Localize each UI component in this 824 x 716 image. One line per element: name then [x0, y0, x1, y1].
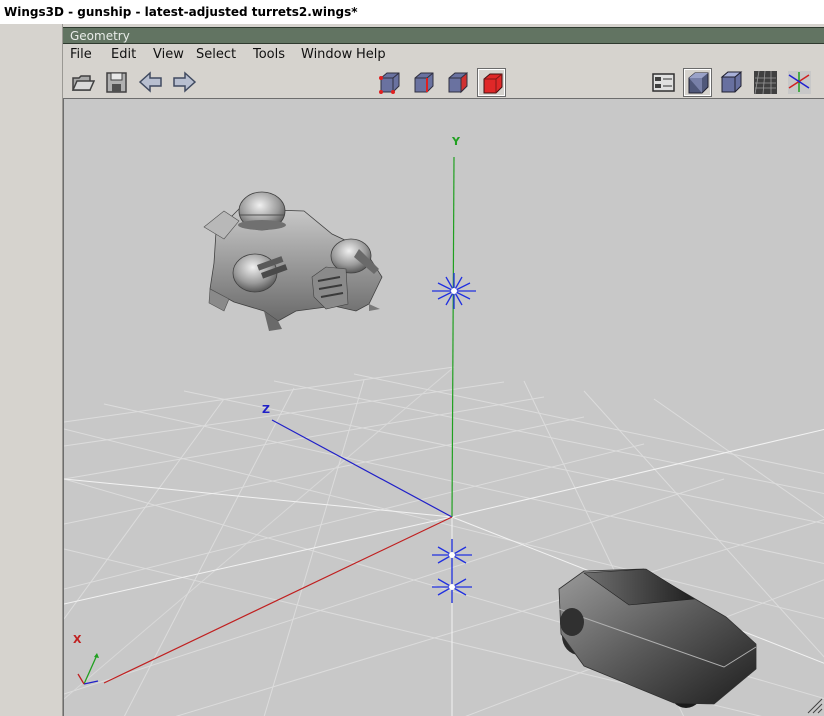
menu-edit[interactable]: Edit	[111, 47, 136, 62]
geometry-window: Geometry File Edit View Select Tools Win…	[62, 24, 824, 716]
wireframe-shading-button[interactable]	[718, 69, 745, 96]
axes-icon	[788, 71, 811, 94]
menu-window[interactable]: Window	[301, 47, 352, 62]
outliner-icon	[652, 73, 675, 92]
face-mode-button[interactable]	[444, 69, 471, 96]
save-icon	[106, 72, 127, 93]
x-axis-label: X	[73, 633, 82, 646]
undo-icon	[138, 71, 162, 93]
ground-grid-button[interactable]	[752, 69, 779, 96]
window-title: Wings3D - gunship - latest-adjusted turr…	[0, 0, 824, 24]
menu-select[interactable]: Select	[196, 47, 236, 62]
desktop-strip	[0, 24, 62, 716]
face-mode-icon	[448, 71, 468, 94]
axes-button[interactable]	[786, 69, 813, 96]
open-button[interactable]	[69, 69, 96, 96]
wireframe-shading-icon	[720, 71, 743, 93]
resize-grip-icon	[807, 698, 823, 714]
toolbar	[63, 66, 824, 98]
edge-mode-icon	[414, 72, 434, 93]
axis-widget	[77, 653, 99, 685]
menu-bar: File Edit View Select Tools Window Help	[63, 45, 824, 65]
menu-file[interactable]: File	[70, 47, 92, 62]
body-mode-icon	[483, 73, 503, 94]
smooth-shading-icon	[688, 72, 709, 94]
viewport-scene	[64, 156, 824, 716]
gunship-model	[203, 191, 383, 331]
vertex-mode-icon	[379, 72, 400, 94]
edge-mode-button[interactable]	[410, 69, 437, 96]
save-button[interactable]	[103, 69, 130, 96]
undo-button[interactable]	[137, 69, 164, 96]
redo-icon	[173, 71, 197, 93]
menu-help[interactable]: Help	[356, 47, 386, 62]
light-icon	[432, 539, 472, 571]
menu-tools[interactable]: Tools	[253, 47, 285, 62]
smooth-shading-button[interactable]	[683, 68, 712, 97]
body-mode-button[interactable]	[477, 68, 506, 97]
car-model	[558, 568, 757, 708]
z-axis-label: Z	[262, 403, 270, 416]
light-icon	[432, 571, 472, 603]
ground-grid-icon	[754, 70, 777, 95]
geometry-window-title[interactable]: Geometry	[63, 27, 824, 44]
outliner-button[interactable]	[650, 69, 677, 96]
y-axis-label: Y	[452, 135, 460, 148]
x-axis	[103, 516, 453, 684]
light-icon	[432, 273, 476, 309]
3d-viewport[interactable]: Y Z X	[63, 98, 824, 716]
redo-button[interactable]	[171, 69, 198, 96]
menu-view[interactable]: View	[153, 47, 184, 62]
vertex-mode-button[interactable]	[376, 69, 403, 96]
y-axis	[451, 156, 455, 518]
open-icon	[71, 75, 95, 91]
